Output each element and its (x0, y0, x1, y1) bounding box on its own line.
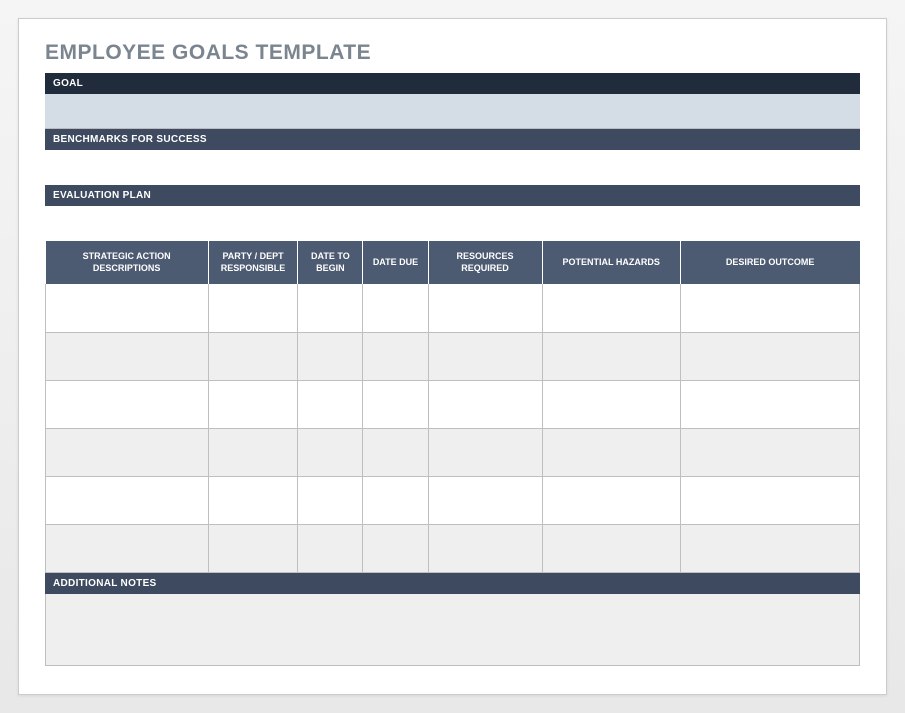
page-title: EMPLOYEE GOALS TEMPLATE (45, 41, 860, 65)
cell-hazards[interactable] (542, 428, 680, 476)
cell-strategic[interactable] (46, 380, 209, 428)
notes-input-area[interactable] (45, 594, 860, 666)
document-page: EMPLOYEE GOALS TEMPLATE GOAL BENCHMARKS … (18, 18, 887, 695)
table-row (46, 284, 860, 332)
cell-hazards[interactable] (542, 332, 680, 380)
evaluation-header: EVALUATION PLAN (45, 185, 860, 206)
cell-outcome[interactable] (680, 380, 859, 428)
notes-header: ADDITIONAL NOTES (45, 573, 860, 594)
cell-begin[interactable] (298, 476, 363, 524)
col-header-strategic: STRATEGIC ACTION DESCRIPTIONS (46, 241, 209, 284)
table-row (46, 428, 860, 476)
goal-header: GOAL (45, 73, 860, 94)
cell-begin[interactable] (298, 380, 363, 428)
col-header-party: PARTY / DEPT RESPONSIBLE (208, 241, 298, 284)
cell-begin[interactable] (298, 284, 363, 332)
cell-party[interactable] (208, 476, 298, 524)
cell-party[interactable] (208, 380, 298, 428)
action-table: STRATEGIC ACTION DESCRIPTIONS PARTY / DE… (45, 241, 860, 573)
cell-hazards[interactable] (542, 284, 680, 332)
goal-input-area[interactable] (45, 94, 860, 129)
table-header-row: STRATEGIC ACTION DESCRIPTIONS PARTY / DE… (46, 241, 860, 284)
cell-strategic[interactable] (46, 284, 209, 332)
table-row (46, 332, 860, 380)
cell-outcome[interactable] (680, 476, 859, 524)
col-header-due: DATE DUE (363, 241, 428, 284)
benchmarks-header: BENCHMARKS FOR SUCCESS (45, 129, 860, 150)
benchmarks-input-area[interactable] (45, 150, 860, 185)
cell-outcome[interactable] (680, 428, 859, 476)
col-header-hazards: POTENTIAL HAZARDS (542, 241, 680, 284)
cell-resources[interactable] (428, 332, 542, 380)
cell-strategic[interactable] (46, 332, 209, 380)
cell-due[interactable] (363, 476, 428, 524)
table-row (46, 380, 860, 428)
cell-due[interactable] (363, 284, 428, 332)
cell-outcome[interactable] (680, 524, 859, 572)
cell-due[interactable] (363, 524, 428, 572)
cell-strategic[interactable] (46, 524, 209, 572)
cell-resources[interactable] (428, 428, 542, 476)
cell-hazards[interactable] (542, 524, 680, 572)
cell-begin[interactable] (298, 332, 363, 380)
cell-hazards[interactable] (542, 476, 680, 524)
cell-outcome[interactable] (680, 332, 859, 380)
cell-party[interactable] (208, 332, 298, 380)
cell-party[interactable] (208, 524, 298, 572)
cell-party[interactable] (208, 284, 298, 332)
cell-due[interactable] (363, 428, 428, 476)
cell-hazards[interactable] (542, 380, 680, 428)
cell-strategic[interactable] (46, 428, 209, 476)
cell-party[interactable] (208, 428, 298, 476)
table-row (46, 476, 860, 524)
col-header-begin: DATE TO BEGIN (298, 241, 363, 284)
cell-resources[interactable] (428, 380, 542, 428)
table-row (46, 524, 860, 572)
cell-resources[interactable] (428, 524, 542, 572)
cell-begin[interactable] (298, 428, 363, 476)
cell-resources[interactable] (428, 284, 542, 332)
evaluation-input-area[interactable] (45, 206, 860, 241)
col-header-resources: RESOURCES REQUIRED (428, 241, 542, 284)
col-header-outcome: DESIRED OUTCOME (680, 241, 859, 284)
cell-strategic[interactable] (46, 476, 209, 524)
cell-resources[interactable] (428, 476, 542, 524)
cell-begin[interactable] (298, 524, 363, 572)
cell-due[interactable] (363, 332, 428, 380)
cell-outcome[interactable] (680, 284, 859, 332)
cell-due[interactable] (363, 380, 428, 428)
